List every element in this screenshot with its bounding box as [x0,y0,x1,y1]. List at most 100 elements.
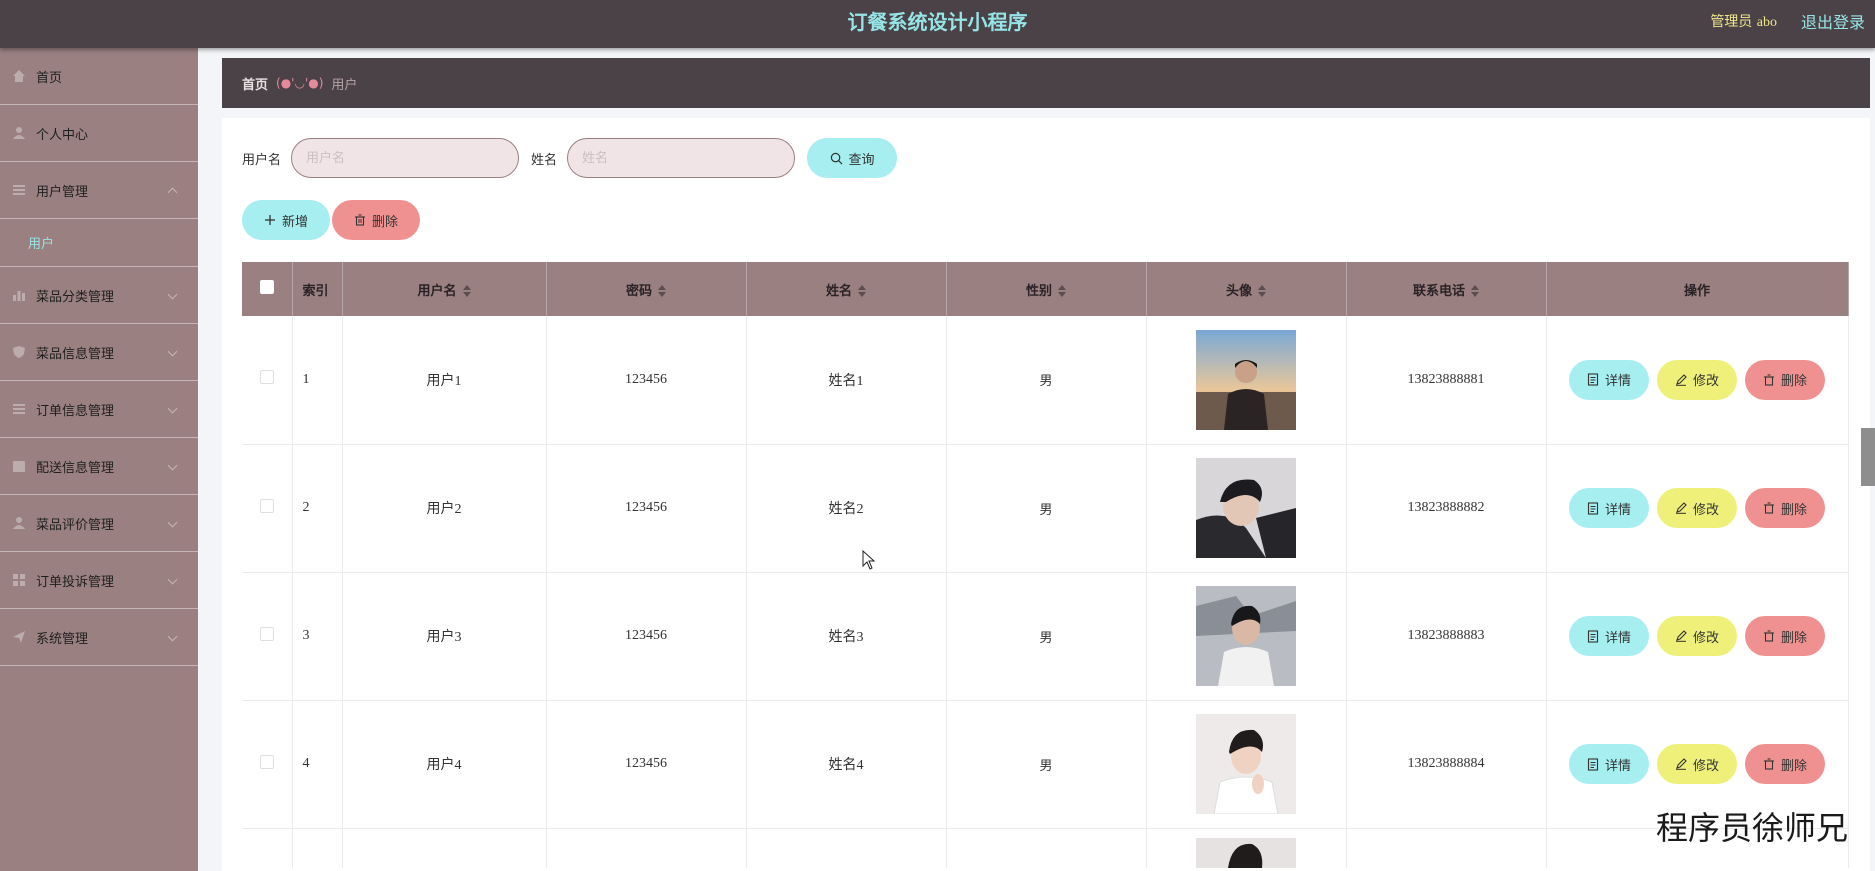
cell-operations: 详情 修改 删除 [1546,444,1849,573]
row-checkbox[interactable] [259,498,274,513]
sidebar-item-personal-center[interactable]: 个人中心 [0,105,198,162]
delete-button[interactable]: 删除 [1745,359,1825,400]
select-all-checkbox[interactable] [259,280,274,294]
cell-gender [946,828,1147,868]
sidebar-item-delivery-info[interactable]: 配送信息管理 [0,438,198,495]
avatar-image [1196,586,1296,686]
delete-button[interactable]: 删除 [1745,488,1825,528]
breadcrumb: 首页 (●'◡'●) 用户 [222,58,1870,108]
delete-button[interactable]: 删除 [1745,616,1825,656]
list-icon [13,404,25,414]
breadcrumb-home[interactable]: 首页 [242,74,268,93]
row-checkbox[interactable] [259,626,274,641]
sidebar-item-order-info[interactable]: 订单信息管理 [0,381,198,438]
column-header-gender[interactable]: 性别 [946,262,1147,316]
cell-avatar [1146,316,1347,445]
sidebar-item-label: 订单投诉管理 [36,574,115,590]
page-scrollbar[interactable] [1861,428,1875,486]
column-header-password[interactable]: 密码 [546,262,747,316]
column-header-avatar[interactable]: 头像 [1146,262,1347,316]
edit-button[interactable]: 修改 [1657,744,1737,784]
detail-button-label: 详情 [1604,374,1631,390]
send-icon [13,631,25,643]
row-checkbox[interactable] [259,754,274,769]
delete-button-label: 删除 [1780,758,1807,774]
column-header-name[interactable]: 姓名 [746,262,947,316]
query-button[interactable]: 查询 [807,138,898,178]
cell-index: 3 [292,572,343,701]
admin-info: 管理员 abo [1710,11,1777,31]
sidebar-item-home[interactable]: 首页 [0,48,198,105]
chevron-down-icon [167,289,178,300]
sidebar-item-dish-review[interactable]: 菜品评价管理 [0,495,198,552]
search-bar: 用户名 姓名 查询 [242,138,898,178]
sidebar-item-user-management[interactable]: 用户管理 [0,162,198,219]
action-bar: 新增 删除 [242,200,420,240]
detail-button[interactable]: 详情 [1569,744,1649,784]
delete-button[interactable]: 删除 [1745,744,1825,784]
sidebar-item-dish-info[interactable]: 菜品信息管理 [0,324,198,381]
edit-button[interactable]: 修改 [1657,359,1737,400]
edit-button[interactable]: 修改 [1657,488,1737,528]
username-search-input[interactable] [291,138,520,178]
batch-delete-button[interactable]: 删除 [332,200,420,240]
trash-icon [1763,630,1774,642]
sidebar-item-label: 个人中心 [36,127,89,143]
cell-avatar [1146,444,1347,573]
sidebar-item-dish-category[interactable]: 菜品分类管理 [0,267,198,324]
sort-icon[interactable] [462,285,471,297]
cell-gender: 男 [946,444,1147,573]
column-header-label: 密码 [625,283,652,299]
query-button-label: 查询 [848,152,875,168]
document-icon [1587,501,1599,515]
sort-icon[interactable] [1258,285,1266,297]
sidebar-item-system[interactable]: 系统管理 [0,609,198,666]
column-header-label: 头像 [1225,283,1252,299]
username-label: 用户名 [242,152,282,168]
sort-icon[interactable] [1471,285,1479,297]
cell-password [546,828,747,868]
column-header-index: 索引 [292,262,343,316]
sidebar-item-label: 菜品信息管理 [36,346,115,362]
edit-button-label: 修改 [1692,630,1719,646]
detail-button[interactable]: 详情 [1569,359,1649,400]
chevron-down-icon [167,403,178,414]
sort-icon[interactable] [1058,285,1066,297]
detail-button-label: 详情 [1604,630,1631,646]
logout-button[interactable]: 退出登录 [1801,9,1865,33]
detail-button[interactable]: 详情 [1569,488,1649,528]
avatar-image [1196,329,1296,430]
cell-phone: 13823888881 [1346,316,1547,445]
cell-avatar [1146,572,1347,701]
edit-button[interactable]: 修改 [1657,616,1737,656]
sidebar-subitem-users[interactable]: 用户 [0,219,198,267]
column-header-label: 性别 [1025,283,1052,299]
add-button[interactable]: 新增 [242,200,330,240]
select-all-header [242,262,293,316]
content-panel: 用户名 姓名 查询 新增 删除 索引 用户名 密码 [222,118,1870,871]
cell-name: 姓名4 [746,700,947,829]
sort-icon[interactable] [858,285,866,297]
detail-button[interactable]: 详情 [1569,616,1649,656]
avatar-image [1196,714,1296,814]
watermark: 程序员徐师兄 [1655,809,1848,847]
cell-username: 用户3 [342,572,547,701]
shield-icon [13,346,25,358]
chevron-down-icon [167,517,178,528]
cell-gender: 男 [946,700,1147,829]
sort-icon[interactable] [658,285,666,297]
cell-name: 姓名1 [746,316,947,445]
column-header-username[interactable]: 用户名 [342,262,547,316]
cell-index [292,828,343,868]
column-header-phone[interactable]: 联系电话 [1346,262,1547,316]
row-select-cell [242,444,293,573]
cell-password: 123456 [546,316,747,445]
name-search-input[interactable] [567,138,796,178]
sidebar-item-order-complaint[interactable]: 订单投诉管理 [0,552,198,609]
edit-button-label: 修改 [1692,758,1719,774]
chevron-down-icon [167,346,178,357]
chevron-down-icon [167,631,178,642]
row-checkbox[interactable] [259,370,274,385]
pencil-icon [1675,758,1687,770]
sidebar-item-label: 菜品评价管理 [36,517,115,533]
